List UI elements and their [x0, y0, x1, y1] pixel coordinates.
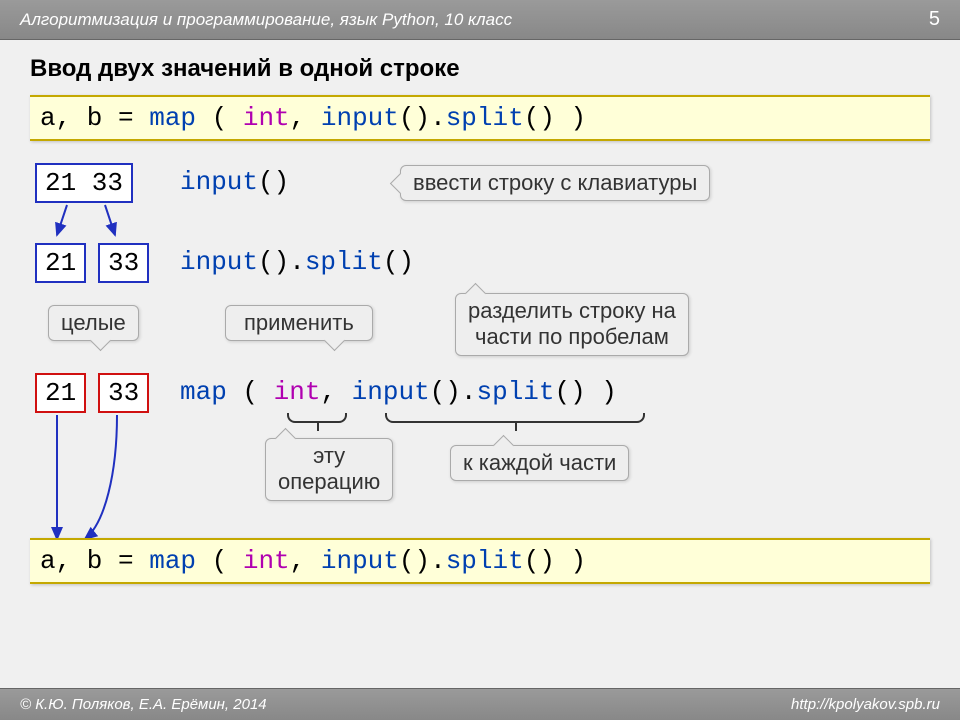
- code-input-split: input().split(): [180, 247, 414, 277]
- arrow-split-left: [55, 203, 125, 243]
- callout-operation: этуоперацию: [265, 438, 393, 501]
- page-title: Ввод двух значений в одной строке: [30, 55, 930, 83]
- value-joined: 21 33: [35, 163, 133, 203]
- callout-keyboard: ввести строку с клавиатуры: [400, 165, 710, 201]
- value-split-2: 33: [98, 243, 149, 283]
- value-int-1: 21: [35, 373, 86, 413]
- value-int-2: 33: [98, 373, 149, 413]
- header-text: Алгоритмизация и программирование, язык …: [20, 10, 929, 30]
- brace-int: [287, 413, 347, 423]
- footer-url: http://kpolyakov.spb.ru: [791, 696, 940, 713]
- callout-eachpart: к каждой части: [450, 445, 629, 481]
- code-bar-top: a, b = map ( int, input().split() ): [30, 95, 930, 141]
- callout-apply: применить: [225, 305, 373, 341]
- code-bar-bottom: a, b = map ( int, input().split() ): [30, 538, 930, 584]
- value-split-1: 21: [35, 243, 86, 283]
- callout-split: разделить строку начасти по пробелам: [455, 293, 689, 356]
- page-number: 5: [929, 8, 940, 31]
- code-map-line: map ( int, input().split() ): [180, 377, 617, 407]
- arrow-assign: [45, 413, 135, 543]
- callout-integers: целые: [48, 305, 139, 341]
- footer-author: © К.Ю. Поляков, Е.А. Ерёмин, 2014: [20, 696, 791, 713]
- code-input: input(): [180, 167, 289, 197]
- brace-inputsplit: [385, 413, 645, 423]
